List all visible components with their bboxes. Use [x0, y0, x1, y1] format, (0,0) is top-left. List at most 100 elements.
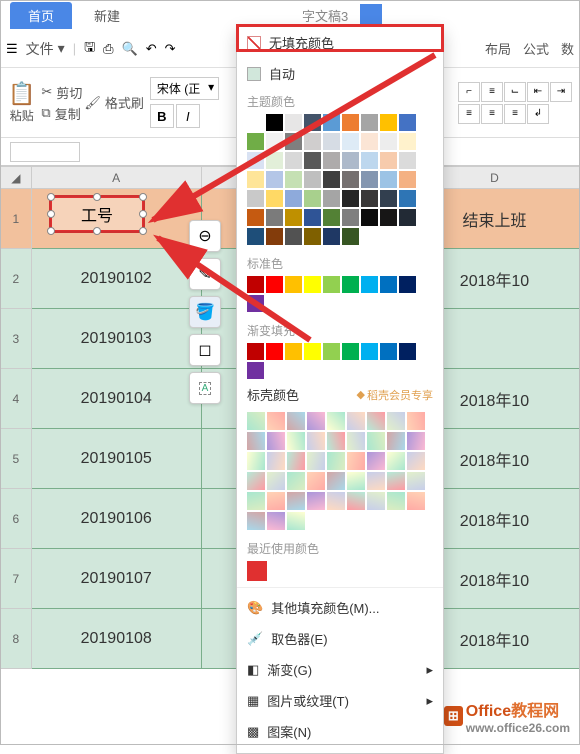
row-header[interactable]: 1: [1, 189, 32, 249]
color-swatch[interactable]: [285, 190, 302, 207]
color-swatch[interactable]: [304, 276, 321, 293]
gradient-swatch[interactable]: [367, 432, 385, 450]
gradient-swatch[interactable]: [347, 412, 365, 430]
align-bottom[interactable]: ⌙: [504, 82, 526, 102]
gradient-swatch[interactable]: [307, 492, 325, 510]
cell[interactable]: 20190103: [31, 309, 201, 369]
color-swatch[interactable]: [342, 114, 359, 131]
cell[interactable]: 20190106: [31, 489, 201, 549]
color-swatch[interactable]: [266, 209, 283, 226]
resize-handle[interactable]: [93, 193, 101, 201]
color-swatch[interactable]: [247, 343, 264, 360]
align-top[interactable]: ⌐: [458, 82, 480, 102]
gradient-swatch[interactable]: [387, 432, 405, 450]
print-icon[interactable]: ⎙: [103, 41, 113, 57]
cell[interactable]: 20190105: [31, 429, 201, 489]
gradient-swatch[interactable]: [287, 452, 305, 470]
color-swatch[interactable]: [361, 343, 378, 360]
color-swatch[interactable]: [361, 209, 378, 226]
gradient-swatch[interactable]: [287, 512, 305, 530]
color-swatch[interactable]: [361, 190, 378, 207]
add-tab-button[interactable]: [360, 4, 382, 26]
italic-button[interactable]: I: [176, 104, 200, 128]
gradient-swatch[interactable]: [267, 492, 285, 510]
col-header-a[interactable]: A: [31, 167, 201, 189]
color-swatch[interactable]: [266, 152, 283, 169]
color-swatch[interactable]: [304, 343, 321, 360]
preview-icon[interactable]: 🔍: [122, 41, 138, 57]
color-swatch[interactable]: [323, 276, 340, 293]
bold-button[interactable]: B: [150, 104, 174, 128]
color-swatch[interactable]: [266, 276, 283, 293]
gradient-swatch[interactable]: [347, 492, 365, 510]
gradient-swatch[interactable]: [407, 492, 425, 510]
color-swatch[interactable]: [247, 362, 264, 379]
color-swatch[interactable]: [399, 152, 416, 169]
mini-text-button[interactable]: A: [189, 372, 221, 404]
auto-fill-option[interactable]: 自动: [237, 58, 443, 89]
color-swatch[interactable]: [304, 209, 321, 226]
color-swatch[interactable]: [342, 152, 359, 169]
color-swatch[interactable]: [285, 114, 302, 131]
no-fill-option[interactable]: 无填充颜色: [237, 27, 443, 58]
color-swatch[interactable]: [361, 276, 378, 293]
color-swatch[interactable]: [399, 209, 416, 226]
color-swatch[interactable]: [323, 228, 340, 245]
resize-handle[interactable]: [139, 227, 147, 235]
file-menu[interactable]: 文件 ▾: [26, 39, 65, 59]
gradient-swatch[interactable]: [367, 492, 385, 510]
color-swatch[interactable]: [247, 133, 264, 150]
gradient-swatch[interactable]: [387, 452, 405, 470]
color-swatch[interactable]: [342, 209, 359, 226]
color-swatch[interactable]: [380, 114, 397, 131]
color-swatch[interactable]: [266, 228, 283, 245]
gradient-swatch[interactable]: [267, 452, 285, 470]
row-header[interactable]: 3: [1, 309, 32, 369]
gradient-swatch[interactable]: [307, 452, 325, 470]
mini-fill-button[interactable]: 🪣: [189, 296, 221, 328]
row-header[interactable]: 7: [1, 549, 32, 609]
gradient-swatch[interactable]: [287, 472, 305, 490]
color-swatch[interactable]: [342, 276, 359, 293]
gradient-swatch[interactable]: [287, 412, 305, 430]
color-swatch[interactable]: [380, 152, 397, 169]
recent-color-swatch[interactable]: [247, 561, 267, 581]
save-icon[interactable]: 🖫: [84, 38, 95, 60]
align-center[interactable]: ≡: [481, 104, 503, 124]
copy-button[interactable]: ⧉复制: [41, 104, 82, 123]
gradient-swatch[interactable]: [307, 472, 325, 490]
nav-formula[interactable]: 公式: [523, 39, 549, 58]
color-swatch[interactable]: [399, 343, 416, 360]
color-swatch[interactable]: [266, 114, 283, 131]
select-all-corner[interactable]: ◢: [1, 167, 32, 189]
cell[interactable]: 20190107: [31, 549, 201, 609]
resize-handle[interactable]: [93, 227, 101, 235]
color-swatch[interactable]: [247, 228, 264, 245]
color-swatch[interactable]: [304, 171, 321, 188]
color-swatch[interactable]: [323, 209, 340, 226]
color-swatch[interactable]: [304, 133, 321, 150]
color-swatch[interactable]: [285, 228, 302, 245]
row-header[interactable]: 5: [1, 429, 32, 489]
color-swatch[interactable]: [342, 133, 359, 150]
color-swatch[interactable]: [323, 152, 340, 169]
tab-home[interactable]: 首页: [10, 2, 72, 29]
redo-icon[interactable]: ↷: [165, 41, 176, 57]
gradient-swatch[interactable]: [347, 452, 365, 470]
color-swatch[interactable]: [342, 190, 359, 207]
color-swatch[interactable]: [361, 152, 378, 169]
color-swatch[interactable]: [399, 276, 416, 293]
gradient-swatch[interactable]: [407, 432, 425, 450]
color-swatch[interactable]: [323, 190, 340, 207]
wrap-text[interactable]: ↲: [527, 104, 549, 124]
row-header[interactable]: 4: [1, 369, 32, 429]
color-swatch[interactable]: [342, 171, 359, 188]
color-swatch[interactable]: [380, 133, 397, 150]
cell[interactable]: 20190108: [31, 609, 201, 669]
gradient-swatch[interactable]: [267, 472, 285, 490]
color-swatch[interactable]: [323, 133, 340, 150]
gradient-swatch[interactable]: [327, 432, 345, 450]
mini-format-button[interactable]: ✎: [189, 258, 221, 290]
color-swatch[interactable]: [399, 171, 416, 188]
gradient-swatch[interactable]: [267, 512, 285, 530]
